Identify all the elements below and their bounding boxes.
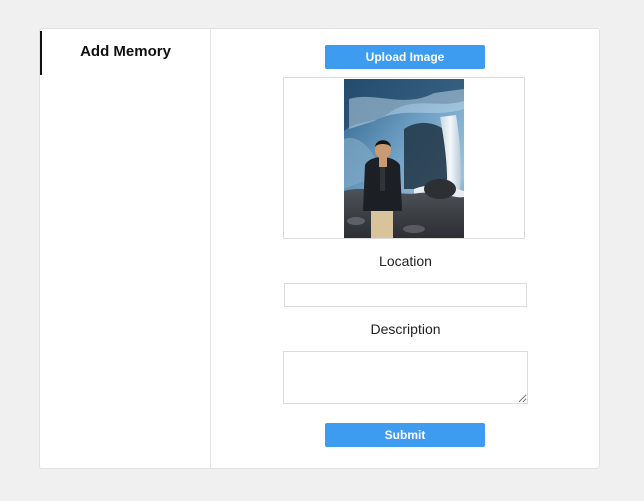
add-memory-card: Add Memory Upload Image Location Descrip…	[39, 28, 600, 469]
description-label: Description	[370, 321, 441, 337]
description-textarea[interactable]	[283, 351, 528, 404]
image-preview-frame	[283, 77, 525, 239]
location-label: Location	[379, 253, 432, 269]
location-input[interactable]	[284, 283, 527, 307]
submit-button[interactable]: Submit	[325, 423, 485, 447]
uploaded-photo	[344, 79, 464, 238]
upload-image-button[interactable]: Upload Image	[325, 45, 485, 69]
sidebar: Add Memory	[40, 29, 211, 468]
sidebar-item-add-memory[interactable]: Add Memory	[40, 43, 211, 60]
add-memory-form: Upload Image Location Description Submit	[211, 29, 599, 468]
